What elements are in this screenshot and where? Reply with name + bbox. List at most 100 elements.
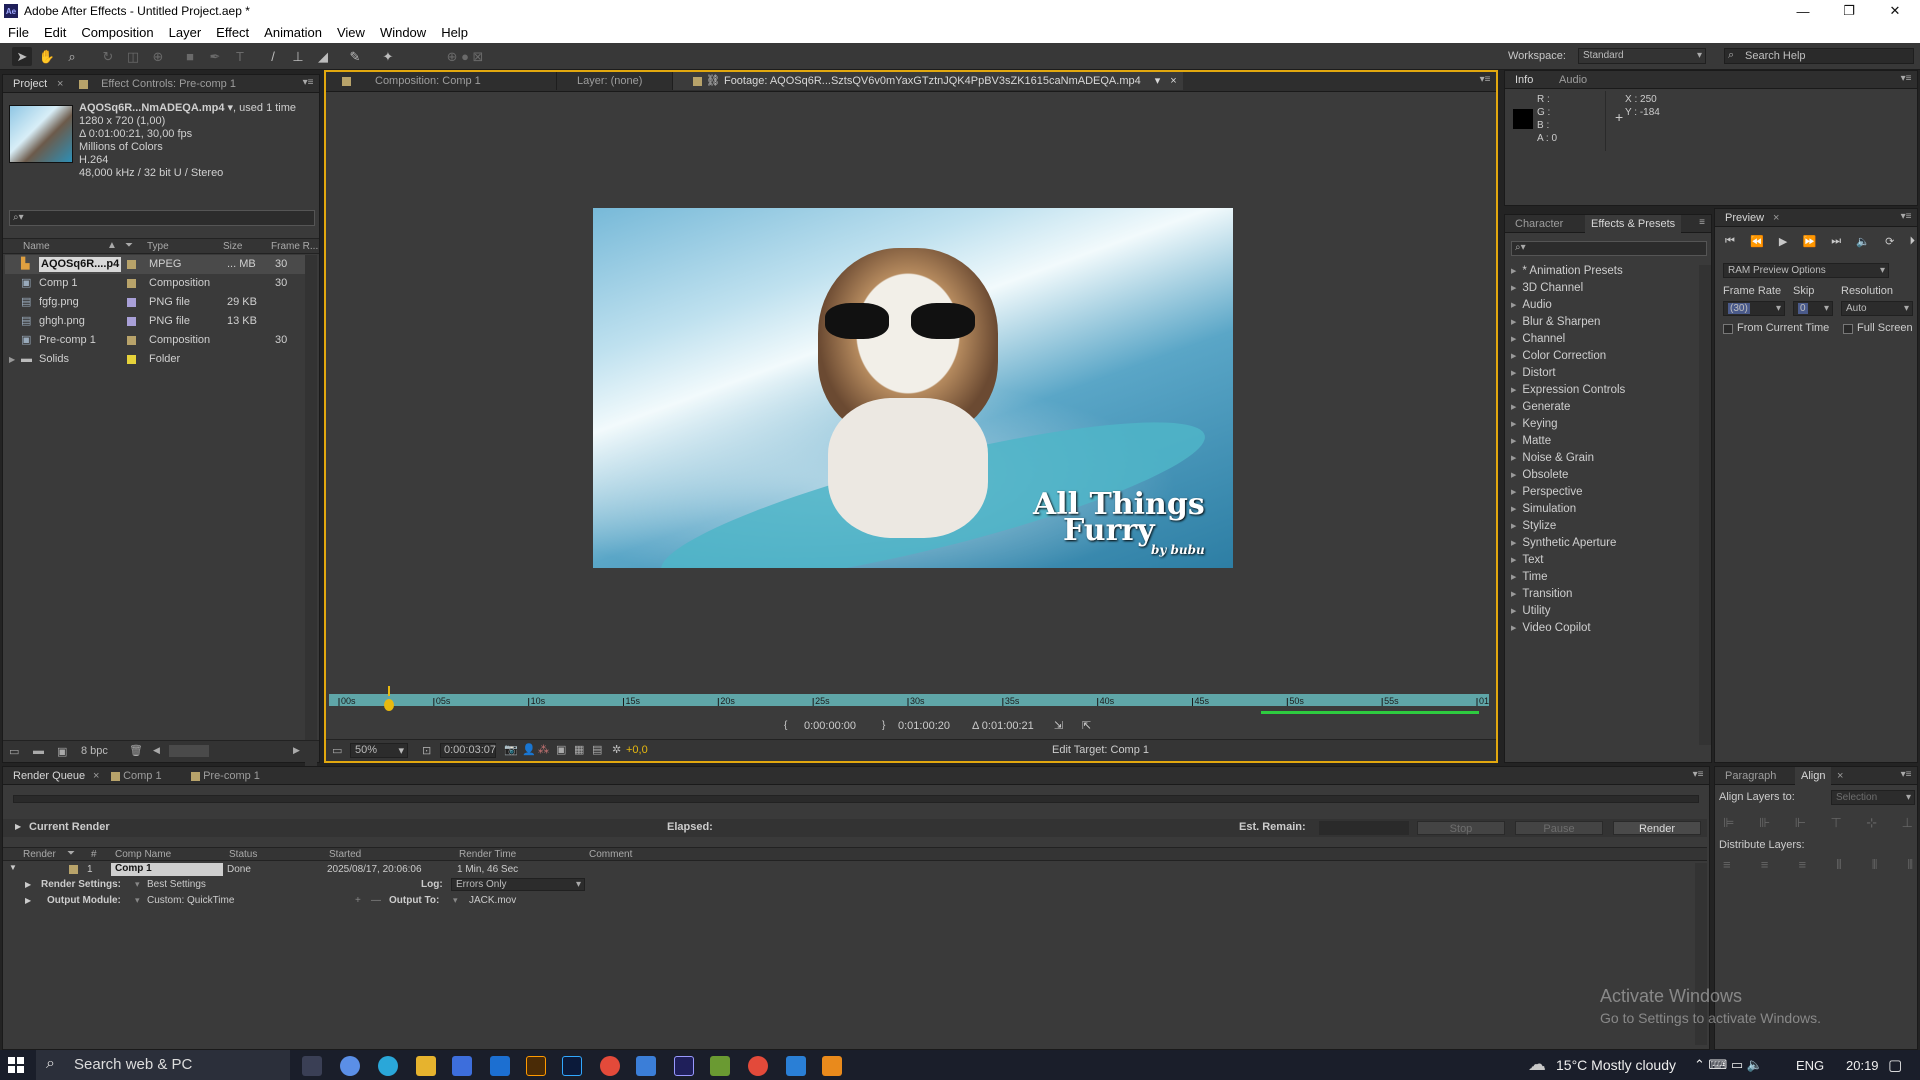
pen-tool-icon[interactable]: ✒ — [205, 47, 225, 66]
tab-close-icon[interactable]: × — [51, 75, 69, 93]
trash-icon[interactable]: 🗑 — [129, 744, 143, 757]
align-bottom-icon[interactable]: ⊥ — [1902, 815, 1913, 831]
distribute-right-icon[interactable]: ⫴ — [1908, 857, 1913, 873]
effect-category[interactable]: Video Copilot — [1511, 620, 1590, 637]
col-type[interactable]: Type — [147, 241, 169, 252]
roto-brush-tool-icon[interactable]: ✎ — [345, 47, 365, 66]
project-item[interactable]: ▤ ghgh.png PNG file 13 KB — [5, 312, 317, 331]
col-render-time[interactable]: Render Time — [459, 849, 516, 860]
panel-menu-icon[interactable]: ▾≡ — [1478, 74, 1492, 86]
after-effects-taskbar-icon[interactable] — [674, 1056, 694, 1076]
ripple-insert-icon[interactable]: ⇲ — [1054, 719, 1063, 732]
search-help-input[interactable]: Search Help — [1724, 48, 1914, 64]
effect-category[interactable]: Expression Controls — [1511, 382, 1625, 399]
new-composition-icon[interactable]: ▣ — [57, 745, 67, 758]
horizontal-scroll-thumb[interactable] — [169, 745, 209, 757]
clone-stamp-tool-icon[interactable]: ⊥ — [288, 47, 308, 66]
tab-effect-controls[interactable]: Effect Controls: Pre-comp 1 — [73, 75, 242, 93]
col-number[interactable]: # — [91, 849, 97, 860]
hand-tool-icon[interactable]: ✋ — [37, 47, 57, 66]
tab-close-icon[interactable]: × — [1170, 75, 1176, 87]
align-top-icon[interactable]: ⊤ — [1830, 815, 1841, 831]
clock[interactable]: 20:19 — [1846, 1058, 1879, 1073]
expand-arrow-icon[interactable]: ▶ — [9, 350, 15, 369]
render-item-row[interactable]: ▼ 1 Comp 1 Done 2025/08/17, 20:06:06 1 M… — [3, 863, 1707, 877]
zoom-tool-icon[interactable]: ⌕ — [62, 47, 82, 66]
panel-menu-icon[interactable]: ▾≡ — [1899, 211, 1913, 223]
panel-menu-icon[interactable]: ▾≡ — [1899, 73, 1913, 85]
interpret-footage-icon[interactable]: ▭ — [9, 745, 19, 758]
tab-layer[interactable]: Layer: (none) — [556, 72, 648, 90]
transparency-grid-icon[interactable]: ▦ — [574, 743, 584, 756]
copilot-icon[interactable] — [340, 1056, 360, 1076]
previous-frame-icon[interactable]: ⏪ — [1750, 235, 1764, 249]
chrome-icon[interactable] — [600, 1056, 620, 1076]
bpc-toggle[interactable]: 8 bpc — [81, 745, 108, 757]
new-folder-icon[interactable]: ▬ — [33, 745, 44, 757]
project-item[interactable]: ▶ ▬ Solids Folder — [5, 350, 317, 369]
expand-arrow-icon[interactable]: ▶ — [25, 880, 31, 889]
tab-render-queue[interactable]: Render Queue — [7, 767, 91, 785]
region-of-interest-icon[interactable]: ▣ — [556, 743, 566, 756]
effect-category[interactable]: Time — [1511, 569, 1547, 586]
tab-align[interactable]: Align — [1795, 767, 1832, 785]
scroll-right-icon[interactable]: ▶ — [293, 745, 300, 756]
out-point[interactable]: 0:01:00:20 — [898, 720, 950, 732]
menu-edit[interactable]: Edit — [44, 25, 66, 40]
distribute-hcenter-icon[interactable]: ⫴ — [1872, 857, 1877, 873]
footage-name[interactable]: AQOSq6R...NmADEQA.mp4 ▾ — [79, 102, 233, 114]
project-search-input[interactable]: ⌕▾ — [9, 210, 315, 226]
effect-category[interactable]: Noise & Grain — [1511, 450, 1594, 467]
menu-composition[interactable]: Composition — [81, 25, 153, 40]
tab-comp-1[interactable]: Comp 1 — [105, 767, 168, 785]
output-module-value[interactable]: Custom: QuickTime — [147, 895, 234, 906]
task-view-icon[interactable] — [302, 1056, 322, 1076]
effect-category[interactable]: Blur & Sharpen — [1511, 314, 1600, 331]
minimize-button[interactable]: — — [1780, 0, 1826, 22]
vlc-icon[interactable] — [822, 1056, 842, 1076]
pan-behind-tool-icon[interactable]: ⊕ — [148, 47, 168, 66]
tab-close-icon[interactable]: × — [1767, 209, 1785, 227]
menu-view[interactable]: View — [337, 25, 365, 40]
project-item[interactable]: ▣ Pre-comp 1 Composition 30 — [5, 331, 317, 350]
last-frame-icon[interactable]: ⏭ — [1831, 235, 1841, 249]
menu-animation[interactable]: Animation — [264, 25, 322, 40]
tab-footage[interactable]: ⛓ Footage: AQOSq6R...SztsQV6v0mYaxGTztnJQ… — [672, 72, 1183, 90]
render-item-comp[interactable]: Comp 1 — [111, 863, 223, 876]
camera-tool-icon[interactable]: ◫ — [123, 47, 143, 66]
add-output-icon[interactable]: + — [355, 895, 361, 906]
project-item[interactable]: ▙ AQOSq6R....p4 MPEG ... MB 30 — [5, 255, 317, 274]
effect-category[interactable]: Generate — [1511, 399, 1570, 416]
collapse-arrow-icon[interactable]: ▼ — [9, 863, 17, 872]
frame-rate-dropdown[interactable]: (30) — [1723, 301, 1785, 316]
windows-start-icon[interactable] — [8, 1057, 24, 1073]
effect-category[interactable]: Utility — [1511, 603, 1550, 620]
exposure-value[interactable]: +0,0 — [626, 744, 648, 756]
store-icon[interactable] — [452, 1056, 472, 1076]
col-status[interactable]: Status — [229, 849, 257, 860]
tray-icons[interactable]: ⌃ ⌨ ▭ 🔈 — [1694, 1057, 1763, 1073]
edge-icon[interactable] — [378, 1056, 398, 1076]
snapshot-icon[interactable]: 📷 — [504, 743, 518, 756]
tab-close-icon[interactable]: × — [1831, 767, 1849, 785]
app-icon[interactable] — [710, 1056, 730, 1076]
exposure-icon[interactable]: ✲ — [612, 743, 621, 756]
photos-icon[interactable] — [786, 1056, 806, 1076]
col-comp-name[interactable]: Comp Name — [115, 849, 171, 860]
always-preview-icon[interactable]: ▭ — [332, 744, 342, 757]
language-indicator[interactable]: ENG — [1796, 1058, 1824, 1073]
audio-icon[interactable]: 🔈 — [1856, 235, 1870, 249]
eraser-tool-icon[interactable]: ◢ — [313, 47, 333, 66]
distribute-bottom-icon[interactable]: ≡ — [1799, 857, 1807, 873]
menu-layer[interactable]: Layer — [169, 25, 202, 40]
output-to-value[interactable]: JACK.mov — [469, 895, 516, 906]
effect-category[interactable]: Distort — [1511, 365, 1555, 382]
distribute-top-icon[interactable]: ≡ — [1723, 857, 1731, 873]
effect-category[interactable]: * Animation Presets — [1511, 263, 1622, 280]
remove-output-icon[interactable]: — — [371, 895, 381, 906]
workspace-dropdown[interactable]: Standard — [1578, 48, 1706, 64]
brush-tool-icon[interactable]: / — [263, 47, 283, 66]
close-button[interactable]: ✕ — [1872, 0, 1918, 22]
notepad-icon[interactable] — [636, 1056, 656, 1076]
current-time-field[interactable]: 0:00:03:07 — [440, 743, 496, 758]
